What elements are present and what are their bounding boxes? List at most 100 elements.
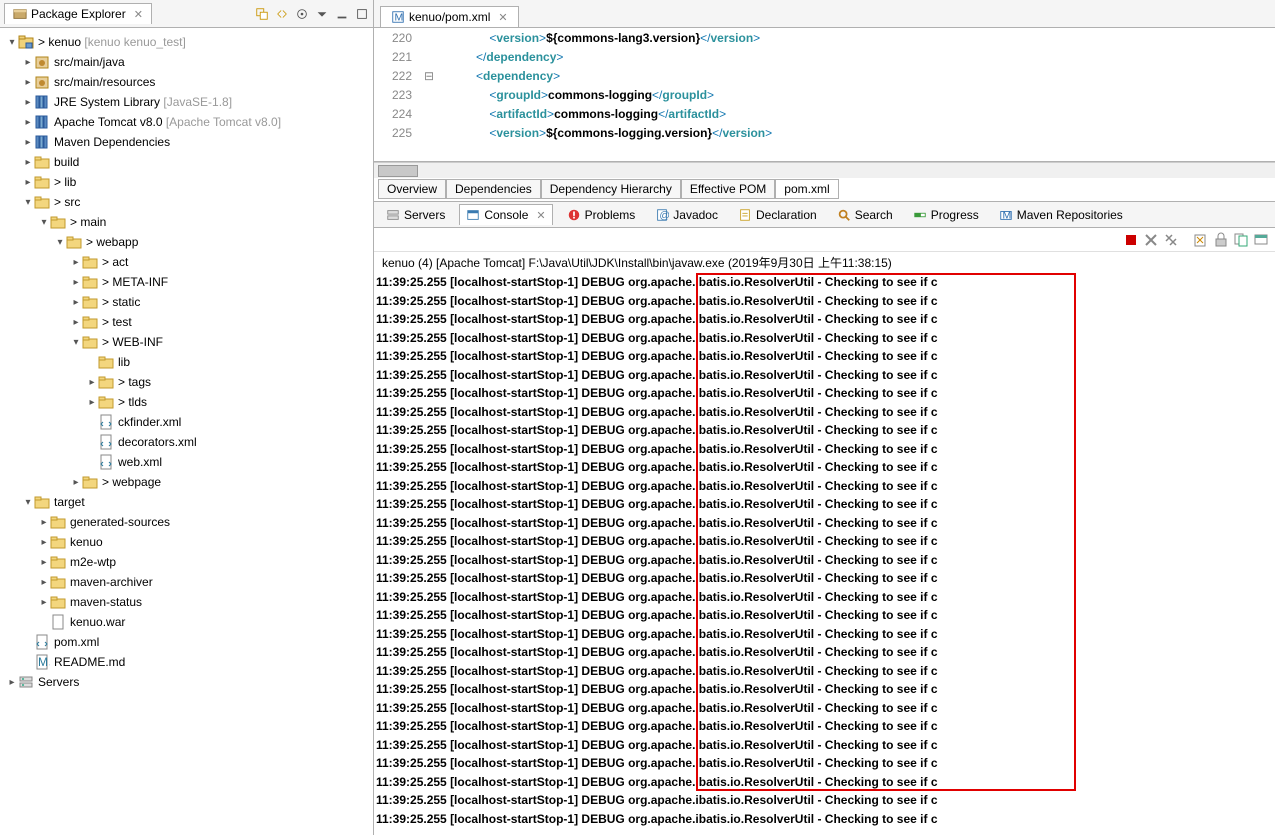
xml-editor[interactable]: 220 <version>${commons-lang3.version}</v… bbox=[374, 28, 1275, 162]
console-output[interactable]: 11:39:25.255 [localhost-startStop-1] DEB… bbox=[374, 273, 1275, 835]
remove-terminated-icon[interactable] bbox=[1143, 232, 1159, 248]
tree-item[interactable]: ▸> act bbox=[2, 252, 373, 272]
package-explorer-tab[interactable]: Package Explorer ✕ bbox=[4, 3, 152, 24]
twisty-icon[interactable]: ▸ bbox=[22, 157, 34, 168]
close-icon[interactable]: ✕ bbox=[498, 11, 507, 24]
close-icon[interactable]: ✕ bbox=[134, 8, 143, 21]
tree-item[interactable]: ckfinder.xml bbox=[2, 412, 373, 432]
tree-item[interactable]: ▸> webpage bbox=[2, 472, 373, 492]
code-line[interactable]: 223 <groupId>commons-logging</groupId> bbox=[374, 85, 1275, 104]
minimize-icon[interactable] bbox=[335, 7, 349, 21]
focus-icon[interactable] bbox=[295, 7, 309, 21]
code-line[interactable]: 222⊟ <dependency> bbox=[374, 66, 1275, 85]
code-line[interactable]: 224 <artifactId>commons-logging</artifac… bbox=[374, 104, 1275, 123]
tree-item[interactable]: lib bbox=[2, 352, 373, 372]
view-tab-declaration[interactable]: Declaration bbox=[732, 205, 823, 225]
twisty-icon[interactable]: ▸ bbox=[38, 577, 50, 588]
twisty-icon[interactable]: ▸ bbox=[22, 97, 34, 108]
pom-tab-effective-pom[interactable]: Effective POM bbox=[681, 179, 775, 199]
twisty-icon[interactable]: ▾ bbox=[54, 237, 66, 248]
view-tab-progress[interactable]: Progress bbox=[907, 205, 985, 225]
pom-tab-dependencies[interactable]: Dependencies bbox=[446, 179, 541, 199]
tree-item[interactable]: ▾> kenuo [kenuo kenuo_test] bbox=[2, 32, 373, 52]
tree-item[interactable]: ▾> webapp bbox=[2, 232, 373, 252]
tree-item[interactable]: ▸> tags bbox=[2, 372, 373, 392]
terminate-icon[interactable] bbox=[1123, 232, 1139, 248]
twisty-icon[interactable]: ▸ bbox=[38, 517, 50, 528]
twisty-icon[interactable]: ▾ bbox=[22, 497, 34, 508]
tree-item[interactable]: ▸> static bbox=[2, 292, 373, 312]
twisty-icon[interactable]: ▾ bbox=[6, 37, 18, 48]
code-line[interactable]: 220 <version>${commons-lang3.version}</v… bbox=[374, 28, 1275, 47]
twisty-icon[interactable]: ▸ bbox=[22, 137, 34, 148]
remove-all-terminated-icon[interactable] bbox=[1163, 232, 1179, 248]
tree-item[interactable]: ▸Apache Tomcat v8.0 [Apache Tomcat v8.0] bbox=[2, 112, 373, 132]
view-tab-problems[interactable]: Problems bbox=[561, 205, 642, 225]
tree-item[interactable]: ▾> main bbox=[2, 212, 373, 232]
tree-item[interactable]: ▾> WEB-INF bbox=[2, 332, 373, 352]
tree-item[interactable]: ▸maven-status bbox=[2, 592, 373, 612]
twisty-icon[interactable]: ▾ bbox=[22, 197, 34, 208]
view-tab-servers[interactable]: Servers bbox=[380, 205, 451, 225]
tree-item[interactable]: ▸JRE System Library [JavaSE-1.8] bbox=[2, 92, 373, 112]
twisty-icon[interactable]: ▸ bbox=[22, 117, 34, 128]
tree-item[interactable]: ▸Maven Dependencies bbox=[2, 132, 373, 152]
tree-item[interactable]: ▸maven-archiver bbox=[2, 572, 373, 592]
fold-icon[interactable]: ⊟ bbox=[422, 69, 436, 83]
tree-item[interactable]: ▸> lib bbox=[2, 172, 373, 192]
tree-item[interactable]: kenuo.war bbox=[2, 612, 373, 632]
twisty-icon[interactable]: ▸ bbox=[86, 377, 98, 388]
view-tab-javadoc[interactable]: @Javadoc bbox=[649, 205, 724, 225]
tree-item[interactable]: ▸> test bbox=[2, 312, 373, 332]
pom-tab-overview[interactable]: Overview bbox=[378, 179, 446, 199]
tree-item[interactable]: decorators.xml bbox=[2, 432, 373, 452]
tree-item[interactable]: ▸src/main/java bbox=[2, 52, 373, 72]
view-tab-maven-repositories[interactable]: MMaven Repositories bbox=[993, 205, 1129, 225]
view-tab-search[interactable]: Search bbox=[831, 205, 899, 225]
tree-item[interactable]: ▸> tlds bbox=[2, 392, 373, 412]
view-tab-console[interactable]: Console✕ bbox=[459, 204, 552, 225]
link-editor-icon[interactable] bbox=[275, 7, 289, 21]
tree-item[interactable]: ▸> META-INF bbox=[2, 272, 373, 292]
pom-tab-pom.xml[interactable]: pom.xml bbox=[775, 179, 838, 199]
tree-item[interactable]: ▸src/main/resources bbox=[2, 72, 373, 92]
editor-tab-pom[interactable]: M kenuo/pom.xml ✕ bbox=[380, 6, 519, 27]
close-icon[interactable]: ✕ bbox=[536, 209, 545, 222]
twisty-icon[interactable]: ▸ bbox=[38, 557, 50, 568]
code-line[interactable]: 225 <version>${commons-logging.version}<… bbox=[374, 123, 1275, 142]
pin-console-icon[interactable] bbox=[1233, 232, 1249, 248]
tree-item[interactable]: ▸build bbox=[2, 152, 373, 172]
view-menu-icon[interactable] bbox=[315, 7, 329, 21]
tree-item[interactable]: ▸kenuo bbox=[2, 532, 373, 552]
twisty-icon[interactable]: ▸ bbox=[38, 597, 50, 608]
package-explorer-tree[interactable]: ▾> kenuo [kenuo kenuo_test]▸src/main/jav… bbox=[0, 28, 373, 835]
code-line[interactable]: 221 </dependency> bbox=[374, 47, 1275, 66]
tree-item[interactable]: ▸m2e-wtp bbox=[2, 552, 373, 572]
twisty-icon[interactable]: ▸ bbox=[38, 537, 50, 548]
twisty-icon[interactable]: ▸ bbox=[70, 477, 82, 488]
collapse-all-icon[interactable] bbox=[255, 7, 269, 21]
clear-console-icon[interactable] bbox=[1193, 232, 1209, 248]
pom-tab-dependency-hierarchy[interactable]: Dependency Hierarchy bbox=[541, 179, 681, 199]
twisty-icon[interactable]: ▸ bbox=[22, 177, 34, 188]
tree-item[interactable]: pom.xml bbox=[2, 632, 373, 652]
scroll-lock-icon[interactable] bbox=[1213, 232, 1229, 248]
twisty-icon[interactable]: ▸ bbox=[22, 57, 34, 68]
twisty-icon[interactable]: ▾ bbox=[70, 337, 82, 348]
tree-item[interactable]: M↓README.md bbox=[2, 652, 373, 672]
tree-item[interactable]: web.xml bbox=[2, 452, 373, 472]
tree-item[interactable]: ▾> src bbox=[2, 192, 373, 212]
twisty-icon[interactable]: ▸ bbox=[70, 277, 82, 288]
twisty-icon[interactable]: ▸ bbox=[70, 317, 82, 328]
twisty-icon[interactable]: ▸ bbox=[6, 677, 18, 688]
maximize-icon[interactable] bbox=[355, 7, 369, 21]
display-console-icon[interactable] bbox=[1253, 232, 1269, 248]
twisty-icon[interactable]: ▾ bbox=[38, 217, 50, 228]
tree-item[interactable]: ▸Servers bbox=[2, 672, 373, 692]
editor-horizontal-scrollbar[interactable] bbox=[374, 162, 1275, 178]
tree-item[interactable]: ▾target bbox=[2, 492, 373, 512]
twisty-icon[interactable]: ▸ bbox=[22, 77, 34, 88]
twisty-icon[interactable]: ▸ bbox=[70, 257, 82, 268]
tree-item[interactable]: ▸generated-sources bbox=[2, 512, 373, 532]
twisty-icon[interactable]: ▸ bbox=[70, 297, 82, 308]
